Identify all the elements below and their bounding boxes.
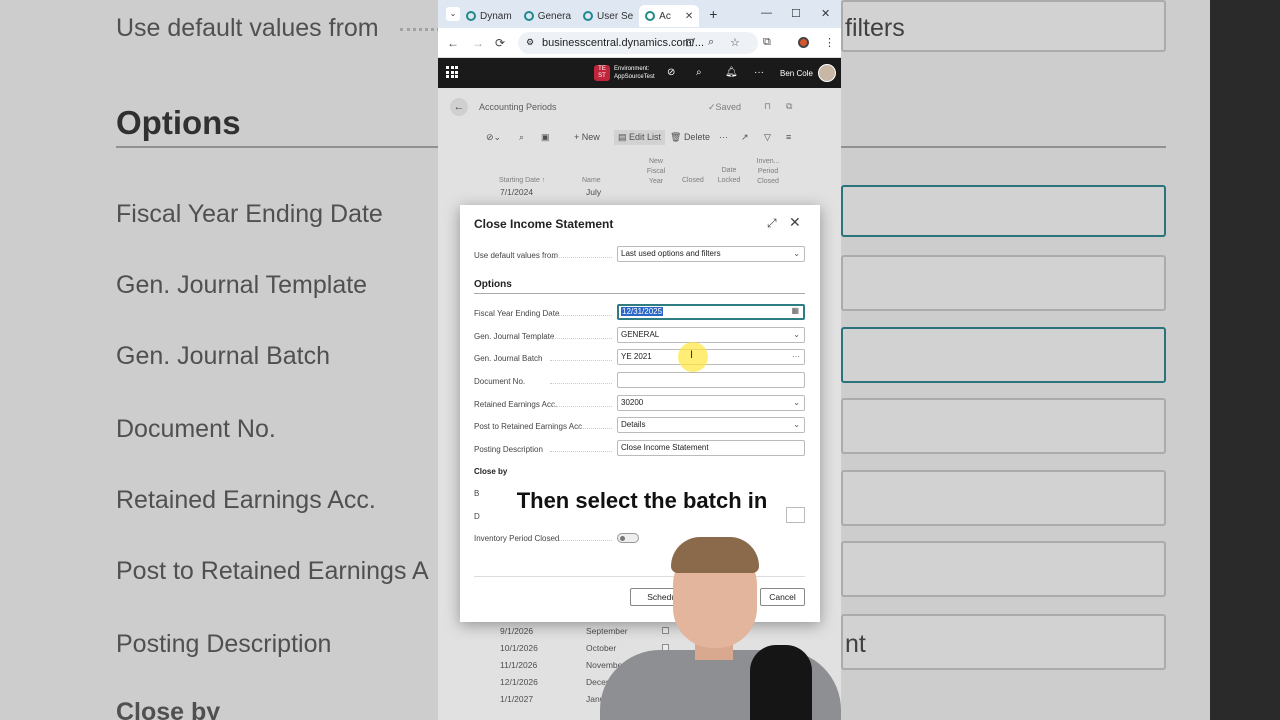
field-edge[interactable] bbox=[786, 507, 805, 523]
leader-dots bbox=[550, 451, 612, 452]
browser-tab[interactable]: Dynam bbox=[460, 5, 518, 27]
use-default-values-select[interactable]: Last used options and filters ⌄ bbox=[617, 246, 805, 262]
field-label: Post to Retained Earnings Acc. bbox=[474, 422, 585, 431]
url-field[interactable]: ⚙ businesscentral.dynamics.com/... bbox=[518, 32, 758, 54]
dialog-title: Close Income Statement bbox=[474, 217, 614, 231]
environment-label: Environment: bbox=[614, 66, 650, 72]
leader-dots bbox=[550, 338, 612, 339]
expand-icon[interactable]: ⤢ bbox=[767, 216, 777, 231]
bc-tab-icon bbox=[583, 11, 594, 21]
bg-shade bbox=[0, 0, 438, 720]
select-value: GENERAL bbox=[621, 330, 660, 339]
document-no-input[interactable] bbox=[617, 372, 805, 388]
bg-edge bbox=[1210, 0, 1280, 720]
bc-app-bar: TE ST Environment: AppSourceTest ⊘ ⌕ 🔔︎ … bbox=[438, 58, 841, 88]
leader-dots bbox=[550, 360, 612, 361]
leader-dots bbox=[578, 428, 612, 429]
install-app-icon[interactable]: ⊡ bbox=[685, 36, 694, 49]
bc-tab-icon bbox=[466, 11, 476, 21]
posting-description-input[interactable]: Close Income Statement bbox=[617, 440, 805, 456]
field-label: Document No. bbox=[474, 377, 526, 386]
tab-label: Ac bbox=[659, 10, 671, 22]
gen-journal-template-select[interactable]: GENERAL ⌄ bbox=[617, 327, 805, 343]
minimize-icon[interactable]: — bbox=[761, 7, 772, 19]
tab-search-icon[interactable]: ⌄ bbox=[446, 7, 460, 21]
more-icon[interactable]: ··· bbox=[754, 67, 764, 78]
leader-dots bbox=[550, 315, 612, 316]
browser-tab[interactable]: Genera bbox=[518, 5, 577, 27]
close-tab-icon[interactable]: ✕ bbox=[685, 11, 693, 22]
back-arrow-icon[interactable]: ← bbox=[447, 36, 459, 50]
reload-icon[interactable]: ⟳ bbox=[495, 36, 505, 50]
browser-tab-active[interactable]: Ac ✕ bbox=[639, 5, 700, 27]
maximize-icon[interactable]: ☐ bbox=[791, 7, 801, 20]
section-divider bbox=[474, 293, 805, 294]
microphone bbox=[750, 645, 812, 720]
selected-text: 12/31/2025 bbox=[621, 307, 664, 316]
forward-arrow-icon[interactable]: → bbox=[472, 36, 484, 50]
field-label-partial: D bbox=[474, 512, 480, 521]
presenter-hair bbox=[671, 537, 759, 573]
environment-name: AppSourceTest bbox=[614, 74, 655, 80]
profile-icon[interactable] bbox=[798, 37, 809, 48]
search-icon[interactable]: ⌕ bbox=[696, 67, 702, 78]
close-by-heading: Close by bbox=[474, 467, 508, 476]
notifications-bell-icon[interactable]: 🔔︎ bbox=[725, 67, 738, 78]
extensions-icon[interactable]: ⧉ bbox=[763, 36, 771, 49]
fiscal-year-ending-date-input[interactable]: 12/31/2025 ▦ bbox=[617, 304, 805, 320]
browser-menu-icon[interactable]: ⋮ bbox=[824, 36, 835, 49]
avatar[interactable] bbox=[818, 64, 836, 82]
site-info-icon[interactable]: ⚙ bbox=[526, 37, 534, 48]
input-value: YE 2021 bbox=[621, 352, 652, 361]
presenter-webcam bbox=[600, 535, 841, 720]
chevron-down-icon: ⌄ bbox=[793, 420, 800, 429]
field-label: Inventory Period Closed bbox=[474, 534, 560, 543]
app-launcher-icon[interactable] bbox=[446, 66, 458, 78]
options-heading: Options bbox=[474, 279, 512, 290]
new-tab-icon[interactable]: + bbox=[709, 6, 717, 22]
tab-label: Dynam bbox=[480, 10, 512, 22]
field-label: Gen. Journal Template bbox=[474, 332, 555, 341]
field-label: Posting Description bbox=[474, 445, 543, 454]
browser-tab-strip: ⌄ Dynam Genera User Se Ac ✕ + — ☐ ✕ bbox=[438, 0, 841, 28]
lookup-ellipsis-icon[interactable]: ··· bbox=[792, 350, 800, 364]
field-label-partial: B bbox=[474, 489, 480, 498]
copilot-icon[interactable]: ⊘ bbox=[667, 67, 675, 78]
field-label: Gen. Journal Batch bbox=[474, 354, 543, 363]
leader-dots bbox=[550, 257, 612, 258]
bookmark-star-icon[interactable]: ☆ bbox=[730, 36, 740, 49]
user-name[interactable]: Ben Cole bbox=[780, 69, 813, 78]
video-caption: Then select the batch in bbox=[507, 484, 777, 518]
url-text: businesscentral.dynamics.com/... bbox=[542, 37, 705, 49]
field-label: Use default values from bbox=[474, 251, 559, 260]
browser-tab[interactable]: User Se bbox=[577, 5, 639, 27]
select-value: 30200 bbox=[621, 398, 644, 407]
post-to-retained-earnings-select[interactable]: Details ⌄ bbox=[617, 417, 805, 433]
text-cursor-icon: I bbox=[690, 349, 694, 361]
tab-label: User Se bbox=[597, 10, 634, 22]
chevron-down-icon: ⌄ bbox=[793, 398, 800, 407]
field-label: Retained Earnings Acc. bbox=[474, 400, 558, 409]
gen-journal-batch-input[interactable]: YE 2021 ··· bbox=[617, 349, 805, 365]
bc-tab-icon bbox=[523, 11, 534, 21]
leader-dots bbox=[550, 406, 612, 407]
calendar-icon[interactable]: ▦ bbox=[791, 305, 799, 317]
bc-tab-icon bbox=[645, 11, 656, 21]
tab-label: Genera bbox=[537, 10, 572, 22]
environment-info: Environment: AppSourceTest bbox=[614, 65, 655, 81]
field-label: Fiscal Year Ending Date bbox=[474, 309, 560, 318]
leader-dots bbox=[550, 383, 612, 384]
select-value: Last used options and filters bbox=[621, 249, 721, 258]
chevron-down-icon: ⌄ bbox=[793, 330, 800, 339]
close-icon[interactable]: ✕ bbox=[789, 214, 801, 231]
select-value: Details bbox=[621, 420, 646, 429]
browser-address-bar: ← → ⟳ ⚙ businesscentral.dynamics.com/...… bbox=[438, 28, 841, 58]
close-window-icon[interactable]: ✕ bbox=[821, 7, 830, 20]
chevron-down-icon: ⌄ bbox=[793, 249, 800, 258]
retained-earnings-acc-select[interactable]: 30200 ⌄ bbox=[617, 395, 805, 411]
environment-badge: TE ST bbox=[594, 65, 610, 81]
zoom-icon[interactable]: ⌕ bbox=[708, 36, 714, 49]
